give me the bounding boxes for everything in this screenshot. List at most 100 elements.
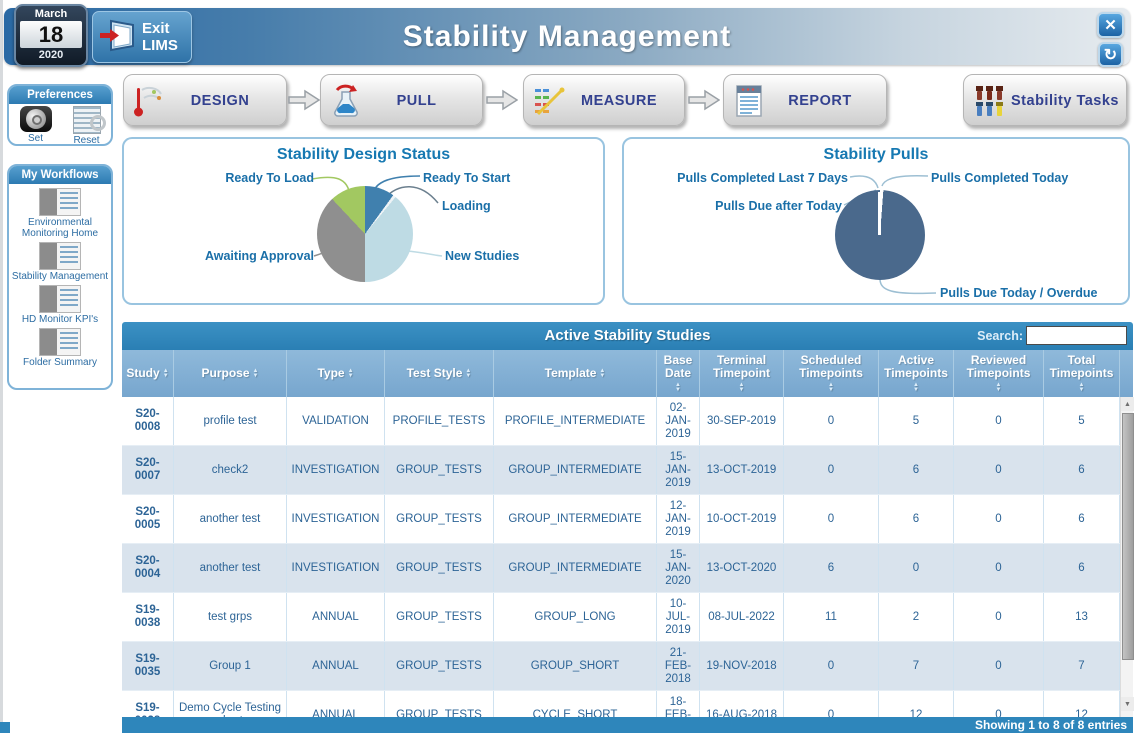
column-header-reviewed-timepoints[interactable]: Reviewed Timepoints▲▼	[954, 350, 1044, 397]
reset-label: Reset	[73, 135, 99, 146]
sort-icon[interactable]: ▲▼	[253, 369, 259, 379]
table-cell: S20-0007	[122, 446, 174, 494]
table-cell: 0	[954, 691, 1044, 717]
my-workflows-panel: My Workflows Environmental Monitoring Ho…	[7, 164, 113, 390]
table-cell: CYCLE_SHORT	[494, 691, 657, 717]
column-header-terminal-timepoint[interactable]: Terminal Timepoint ▲▼	[700, 350, 784, 397]
table-cell: 15-JAN-2019	[657, 446, 700, 494]
table-cell: GROUP_TESTS	[385, 544, 494, 592]
sort-icon[interactable]: ▲▼	[465, 369, 471, 379]
stability-pulls-panel: Stability Pulls Pulls Completed Last 7 D…	[622, 137, 1130, 305]
column-header-scheduled-timepoints[interactable]: Scheduled Timepoints ▲▼	[784, 350, 879, 397]
sidebar-item-environmental-monitoring-home[interactable]: Environmental Monitoring Home	[10, 188, 110, 239]
search-label: Search:	[977, 329, 1023, 343]
column-header-base-date[interactable]: Base Date▲▼	[657, 350, 700, 397]
pull-step-button[interactable]: PULL	[320, 74, 483, 126]
workflow-thumbnail-icon	[39, 328, 81, 356]
table-cell: 6	[1044, 544, 1120, 592]
column-label: Scheduled Timepoints	[786, 354, 876, 380]
stability-tasks-vials-icon	[972, 84, 1006, 118]
sidebar-item-folder-summary[interactable]: Folder Summary	[23, 328, 97, 368]
calendar-month: March	[16, 8, 86, 21]
sort-icon[interactable]: ▲▼	[163, 369, 169, 379]
close-button[interactable]: ✕	[1097, 12, 1124, 38]
calendar-day: 18	[20, 21, 82, 48]
sort-icon[interactable]: ▲▼	[913, 383, 919, 393]
table-cell: 12	[1044, 691, 1120, 717]
scroll-down-icon[interactable]: ▼	[1121, 697, 1134, 711]
preferences-reset-button[interactable]: Reset	[73, 106, 101, 146]
stability-tasks-button[interactable]: Stability Tasks	[963, 74, 1127, 126]
table-cell: 0	[954, 495, 1044, 543]
table-row[interactable]: S20-0005another testINVESTIGATIONGROUP_T…	[122, 495, 1133, 544]
table-row[interactable]: S19-0038test grpsANNUALGROUP_TESTSGROUP_…	[122, 593, 1133, 642]
column-label: Total Timepoints	[1046, 354, 1117, 380]
scrollbar-thumb[interactable]	[1122, 413, 1134, 660]
table-cell: 0	[954, 446, 1044, 494]
column-label: Test Style	[407, 367, 463, 380]
table-cell: S19-0028	[122, 691, 174, 717]
table-cell: Group 1	[174, 642, 287, 690]
sort-icon[interactable]: ▲▼	[828, 383, 834, 393]
workflow-label: Environmental Monitoring Home	[10, 217, 110, 239]
table-cell: 21-FEB-2018	[657, 642, 700, 690]
calendar-year: 2020	[16, 48, 86, 63]
column-header-template[interactable]: Template▲▼	[494, 350, 657, 397]
table-cell: S19-0035	[122, 642, 174, 690]
table-row[interactable]: S20-0004another testINVESTIGATIONGROUP_T…	[122, 544, 1133, 593]
pie-label-pulls-due-after-today: Pulls Due after Today	[680, 199, 842, 213]
table-row[interactable]: S19-0035Group 1ANNUALGROUP_TESTSGROUP_SH…	[122, 642, 1133, 691]
table-row[interactable]: S20-0008profile testVALIDATIONPROFILE_TE…	[122, 397, 1133, 446]
design-step-button[interactable]: DESIGN	[123, 74, 287, 126]
table-header-row: Study▲▼Purpose▲▼Type▲▼Test Style▲▼Templa…	[122, 350, 1133, 397]
column-header-active-timepoints[interactable]: Active Timepoints▲▼	[879, 350, 954, 397]
table-row[interactable]: S19-0028Demo Cycle Testing shortANNUALGR…	[122, 691, 1133, 717]
sidebar-item-hd-monitor-kpis[interactable]: HD Monitor KPI's	[22, 285, 98, 325]
table-cell: S20-0004	[122, 544, 174, 592]
column-header-total-timepoints[interactable]: Total Timepoints ▲▼	[1044, 350, 1120, 397]
table-cell: 2	[879, 593, 954, 641]
sort-icon[interactable]: ▲▼	[1079, 383, 1085, 393]
column-header-type[interactable]: Type▲▼	[287, 350, 385, 397]
stability-pulls-chart-title: Stability Pulls	[624, 146, 1128, 164]
column-label: Purpose	[202, 367, 250, 380]
table-cell: 6	[784, 544, 879, 592]
table-footer-status: Showing 1 to 8 of 8 entries	[122, 717, 1133, 733]
table-title-bar: Active Stability Studies Search:	[122, 322, 1133, 350]
table-cell: GROUP_INTERMEDIATE	[494, 446, 657, 494]
sort-icon[interactable]: ▲▼	[348, 369, 354, 379]
search-input[interactable]	[1026, 326, 1127, 345]
sort-icon[interactable]: ▲▼	[599, 369, 605, 379]
table-row[interactable]: S20-0007check2INVESTIGATIONGROUP_TESTSGR…	[122, 446, 1133, 495]
column-header-purpose[interactable]: Purpose▲▼	[174, 350, 287, 397]
pie-label-new-studies: New Studies	[445, 249, 519, 263]
scroll-up-icon[interactable]: ▲	[1121, 397, 1134, 411]
table-scrollbar[interactable]: ▲ ▼	[1120, 397, 1133, 717]
report-step-button[interactable]: REPORT	[723, 74, 887, 126]
table-cell: GROUP_INTERMEDIATE	[494, 495, 657, 543]
refresh-button[interactable]: ↻	[1098, 42, 1123, 67]
sidebar-item-stability-management[interactable]: Stability Management	[12, 242, 108, 282]
my-workflows-header: My Workflows	[9, 166, 111, 184]
active-stability-studies-table: Active Stability Studies Search: Study▲▼…	[122, 322, 1133, 733]
column-label: Terminal Timepoint	[702, 354, 781, 380]
table-cell: 0	[954, 593, 1044, 641]
column-header-study[interactable]: Study▲▼	[122, 350, 174, 397]
preferences-panel: Preferences Set Reset	[7, 84, 113, 146]
preferences-set-button[interactable]: Set	[20, 106, 52, 144]
pie-label-ready-to-load: Ready To Load	[208, 171, 314, 185]
table-cell: 6	[1044, 495, 1120, 543]
pie-label-pulls-completed-today: Pulls Completed Today	[931, 171, 1068, 185]
table-cell: 02-JAN-2019	[657, 397, 700, 445]
design-status-pie-chart[interactable]	[317, 186, 413, 282]
sort-icon[interactable]: ▲▼	[739, 383, 745, 393]
table-cell: GROUP_INTERMEDIATE	[494, 544, 657, 592]
sort-icon[interactable]: ▲▼	[675, 383, 681, 393]
exit-lims-button[interactable]: Exit LIMS	[92, 11, 192, 63]
measure-step-button[interactable]: MEASURE	[523, 74, 685, 126]
table-cell: GROUP_TESTS	[385, 642, 494, 690]
pie-label-loading: Loading	[442, 199, 491, 213]
sort-icon[interactable]: ▲▼	[996, 383, 1002, 393]
column-header-test-style[interactable]: Test Style▲▼	[385, 350, 494, 397]
calendar-widget[interactable]: March 18 2020	[14, 4, 88, 67]
